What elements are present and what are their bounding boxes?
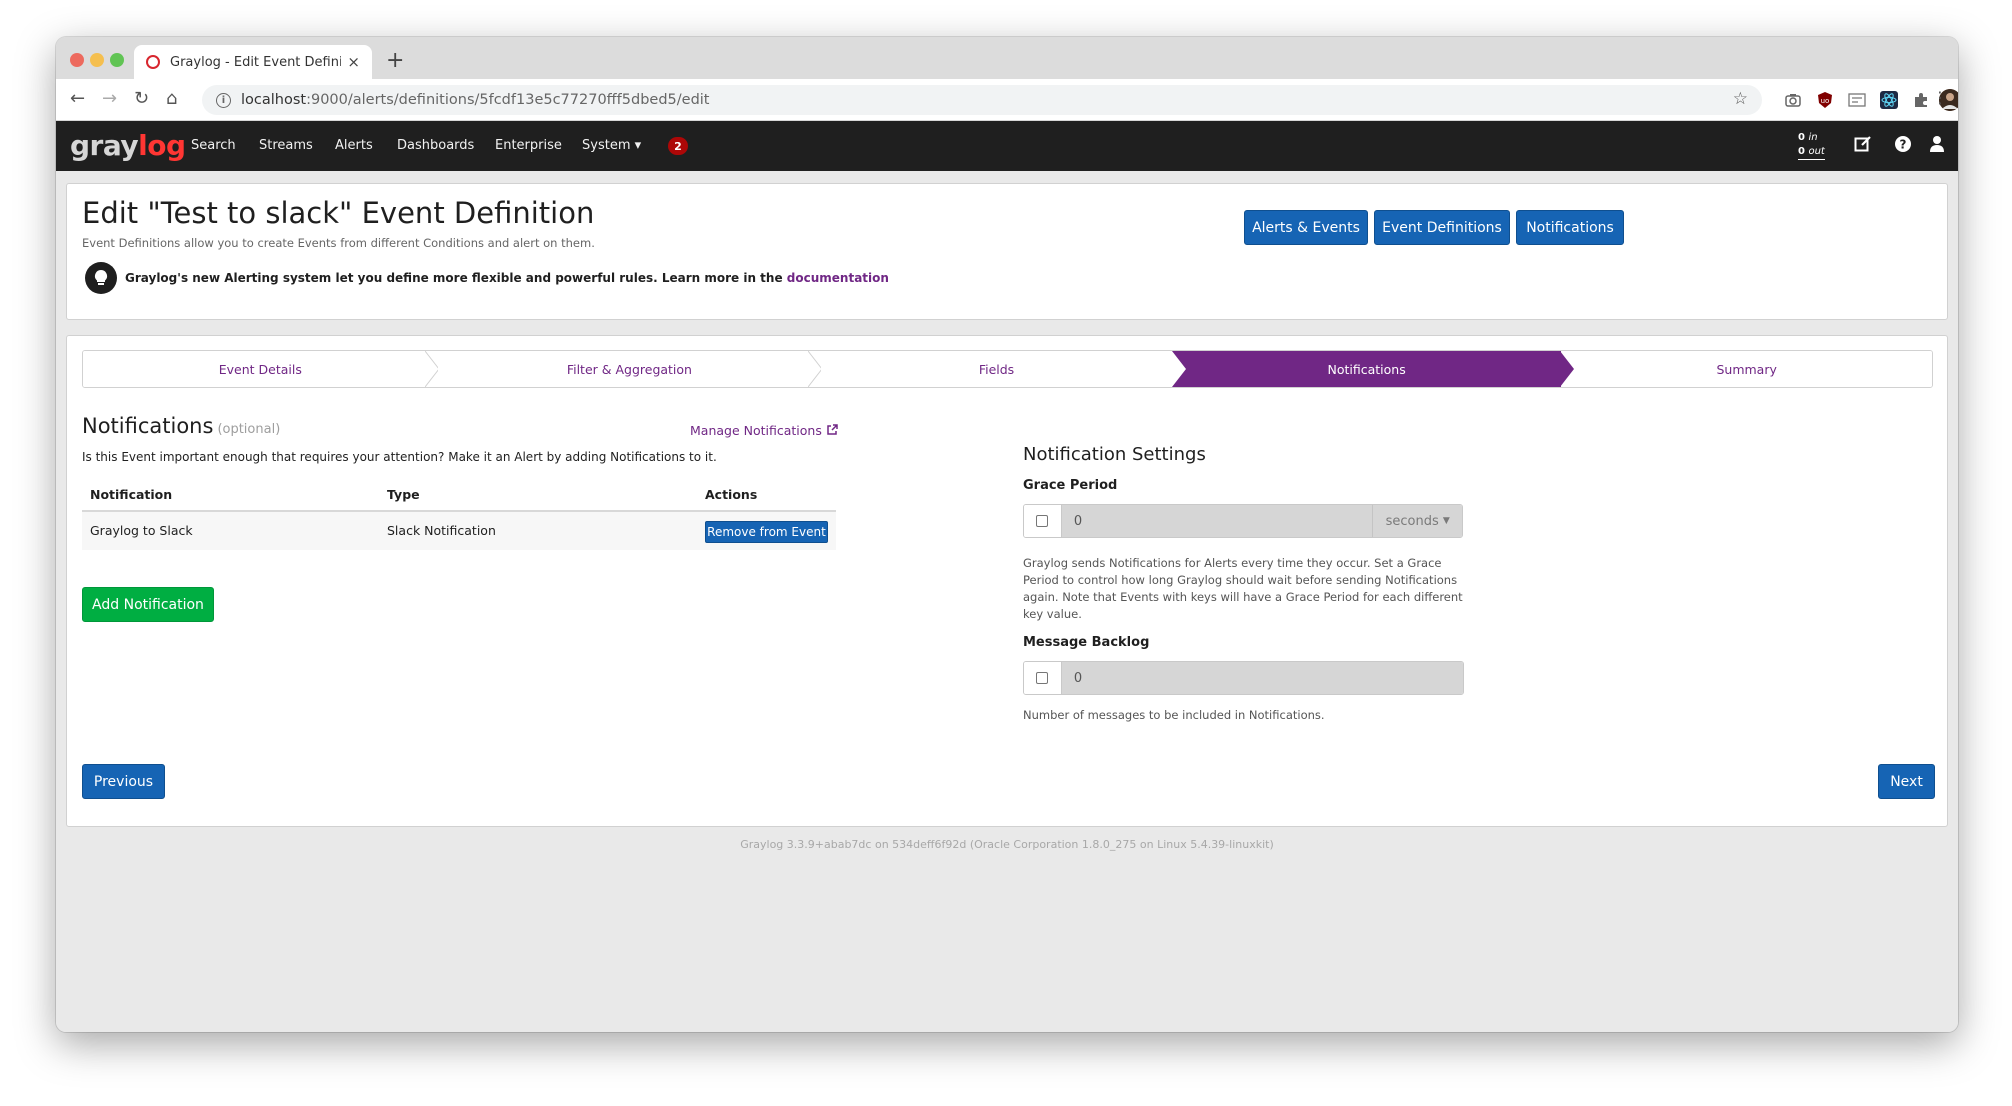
notification-settings-title: Notification Settings [1023,444,1206,465]
home-icon[interactable]: ⌂ [166,88,177,109]
external-link-icon [827,424,838,435]
edit-scratchpad-icon[interactable] [1852,135,1874,158]
alerts-events-button[interactable]: Alerts & Events [1244,210,1368,245]
wizard-panel: Event Details Filter & Aggregation Field… [66,335,1948,827]
grace-period-checkbox[interactable] [1024,505,1062,537]
version-footer: Graylog 3.3.9+abab7dc on 534deff6f92d (O… [740,838,1274,851]
throughput-indicator[interactable]: 0 in 0 out [1798,131,1825,160]
nav-streams[interactable]: Streams [259,138,313,153]
grace-period-help: Graylog sends Notifications for Alerts e… [1023,556,1463,621]
url-input[interactable]: i localhost:9000/alerts/definitions/5fcd… [202,85,1762,115]
address-bar-row: ← → ↻ ⌂ i localhost:9000/alerts/definiti… [56,79,1958,121]
menu-icon[interactable]: ⋮ [1932,88,1948,107]
grace-period-label: Grace Period [1023,478,1118,493]
svg-text:?: ? [1900,138,1907,152]
user-icon[interactable] [1926,135,1948,158]
next-button[interactable]: Next [1878,764,1935,799]
nav-search[interactable]: Search [191,138,236,153]
grace-period-group: 0 seconds ▼ [1023,504,1463,538]
tab-strip: Graylog - Edit Event Definition × + [56,37,1958,79]
notifications-description: Is this Event important enough that requ… [82,450,717,464]
message-backlog-help: Number of messages to be included in Not… [1023,708,1325,722]
caret-down-icon: ▼ [1442,516,1450,526]
minimize-window-button[interactable] [90,53,104,67]
nav-alerts[interactable]: Alerts [335,138,373,153]
tab-filter-aggregation[interactable]: Filter & Aggregation [437,351,823,387]
ublock-icon[interactable]: uo [1815,90,1835,110]
graylog-logo[interactable]: graylog [70,129,186,162]
help-icon[interactable]: ? [1892,135,1914,158]
column-actions: Actions [705,487,758,502]
throughput-in: 0 in [1798,132,1818,143]
browser-window: Graylog - Edit Event Definition × + ← → … [56,37,1958,1032]
notifications-section-title: Notifications (optional) [82,414,281,438]
notifications-button[interactable]: Notifications [1516,210,1624,245]
forward-icon[interactable]: → [102,88,117,109]
url-host: localhost [241,92,307,108]
extension-icon[interactable] [1847,90,1867,110]
url-path: :9000/alerts/definitions/5fcdf13e5c77270… [306,92,710,108]
wizard-steps: Event Details Filter & Aggregation Field… [82,350,1933,388]
manage-notifications-link[interactable]: Manage Notifications [690,423,838,438]
browser-tab[interactable]: Graylog - Edit Event Definition × [134,45,372,79]
graylog-navbar: graylog Search Streams Alerts Dashboards… [56,121,1958,171]
close-window-button[interactable] [70,53,84,67]
nav-enterprise[interactable]: Enterprise [495,138,562,153]
back-icon[interactable]: ← [70,88,85,109]
add-notification-button[interactable]: Add Notification [82,587,214,622]
maximize-window-button[interactable] [110,53,124,67]
react-icon[interactable] [1879,90,1899,110]
remove-from-event-button[interactable]: Remove from Event [705,521,828,543]
message-backlog-group: 0 [1023,661,1464,695]
optional-label: (optional) [217,422,281,437]
event-definitions-button[interactable]: Event Definitions [1374,210,1510,245]
message-backlog-input[interactable]: 0 [1061,662,1463,694]
lightbulb-icon [85,262,117,294]
notifications-table: Notification Type Actions Graylog to Sla… [82,476,836,550]
info-icon[interactable]: i [216,92,231,108]
grace-period-input[interactable]: 0 [1061,505,1373,537]
grace-period-unit-select[interactable]: seconds ▼ [1372,505,1462,537]
throughput-out: 0 out [1798,146,1825,157]
svg-text:uo: uo [1821,97,1830,105]
alerting-tip: Graylog's new Alerting system let you de… [125,271,889,285]
previous-button[interactable]: Previous [82,764,165,799]
reload-icon[interactable]: ↻ [134,88,149,109]
table-row: Graylog to Slack Slack Notification Remo… [82,512,836,550]
tab-title: Graylog - Edit Event Definition [170,54,342,70]
tab-notifications[interactable]: Notifications [1171,351,1575,387]
tab-close-icon[interactable]: × [347,53,360,71]
documentation-link[interactable]: documentation [787,271,889,285]
tab-summary[interactable]: Summary [1561,351,1932,387]
notification-name: Graylog to Slack [90,523,193,538]
column-notification: Notification [90,487,173,502]
message-backlog-checkbox[interactable] [1024,662,1062,694]
table-header: Notification Type Actions [82,476,836,512]
notification-count-badge[interactable]: 2 [668,137,688,155]
column-type: Type [387,487,420,502]
nav-dashboards[interactable]: Dashboards [397,138,474,153]
page-title: Edit "Test to slack" Event Definition [82,196,595,230]
tab-fields[interactable]: Fields [821,351,1172,387]
puzzle-icon[interactable] [1911,90,1931,110]
page-header-panel: Edit "Test to slack" Event Definition Ev… [66,183,1948,320]
camera-icon[interactable] [1783,90,1803,110]
page-description: Event Definitions allow you to create Ev… [82,236,595,250]
chevron-down-icon: ▾ [634,138,642,153]
notification-type: Slack Notification [387,523,496,538]
message-backlog-label: Message Backlog [1023,635,1150,650]
nav-system[interactable]: System ▾ [582,138,641,153]
tab-event-details[interactable]: Event Details [83,351,439,387]
page-content: Edit "Test to slack" Event Definition Ev… [56,171,1958,1032]
star-icon[interactable]: ☆ [1733,89,1748,109]
graylog-favicon-icon [146,55,160,69]
new-tab-button[interactable]: + [386,48,404,73]
